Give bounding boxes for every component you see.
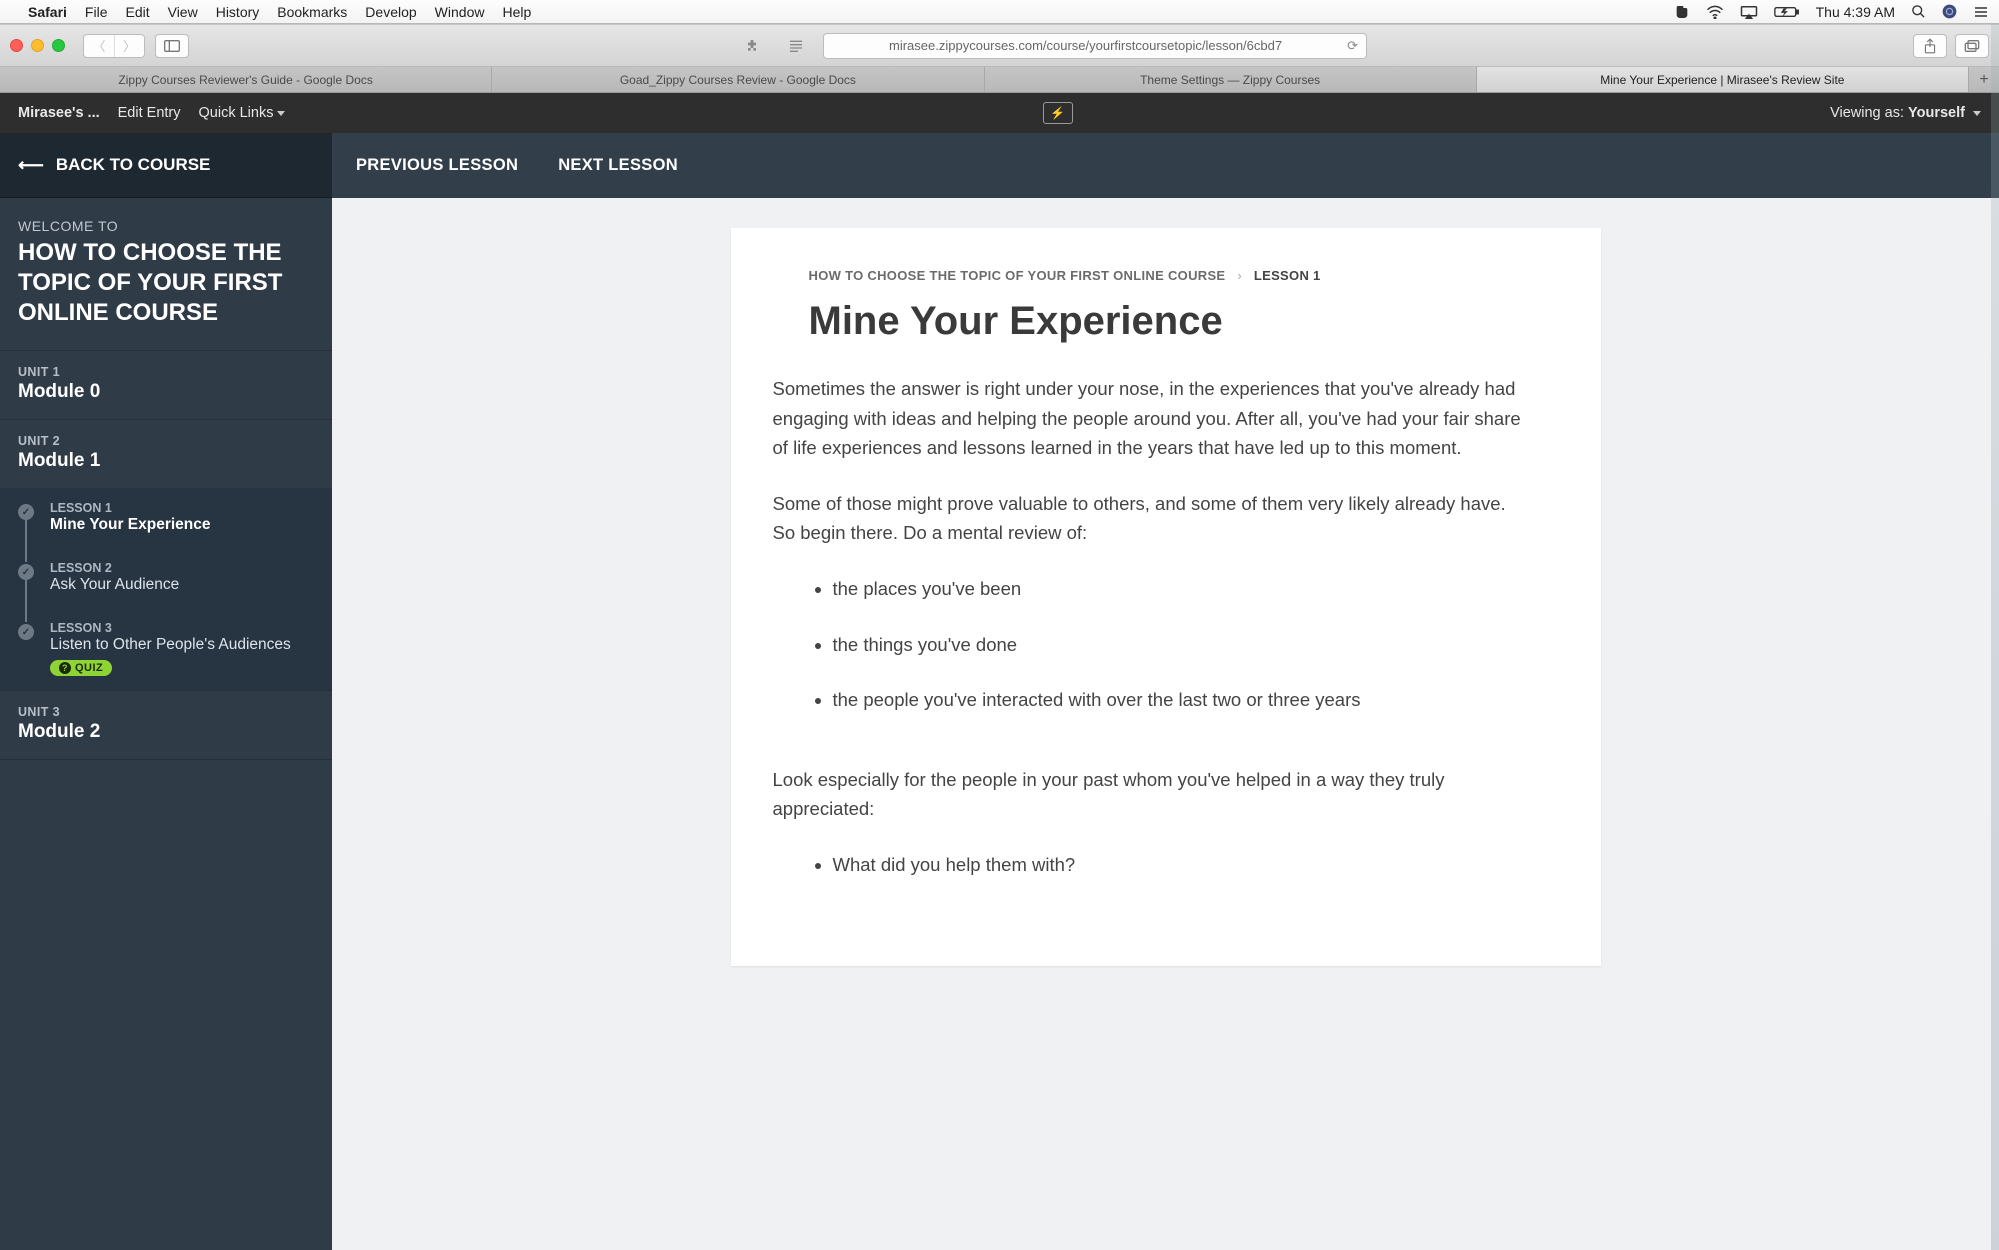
back-button[interactable]: 〈 — [84, 35, 114, 57]
chevron-right-icon: › — [1237, 268, 1242, 283]
bullet-list: What did you help them with? — [809, 850, 1523, 880]
evernote-menubar-icon[interactable] — [1674, 4, 1690, 20]
notification-center-icon[interactable] — [1973, 5, 1989, 19]
safari-toolbar: 〈 〉 mirasee.zippycourses.com/course/your… — [0, 25, 1999, 67]
check-icon: ✓ — [18, 504, 34, 520]
unit-block: UNIT 2 Module 1 ✓ LESSON 1 Mine Your Exp… — [0, 420, 332, 691]
bullet-list: the places you've been the things you've… — [809, 574, 1523, 715]
back-to-course-button[interactable]: ⟵ BACK TO COURSE — [0, 133, 332, 198]
lesson-body: Sometimes the answer is right under your… — [809, 374, 1523, 880]
site-name[interactable]: Mirasee's ... — [18, 105, 100, 121]
unit-header[interactable]: UNIT 3 Module 2 — [0, 691, 332, 759]
menubar-clock[interactable]: Thu 4:39 AM — [1816, 4, 1895, 20]
lesson-scroll[interactable]: HOW TO CHOOSE THE TOPIC OF YOUR FIRST ON… — [332, 198, 1999, 1250]
nav-back-forward: 〈 〉 — [83, 34, 145, 58]
arrow-left-icon: ⟵ — [18, 155, 44, 176]
unit-block: UNIT 1 Module 0 — [0, 351, 332, 420]
sidebar-toggle-button[interactable] — [155, 34, 189, 58]
paragraph: Look especially for the people in your p… — [773, 765, 1523, 824]
lesson-item[interactable]: ✓ LESSON 3 Listen to Other People's Audi… — [0, 608, 332, 690]
welcome-label: WELCOME TO — [18, 218, 314, 234]
breadcrumb-course[interactable]: HOW TO CHOOSE THE TOPIC OF YOUR FIRST ON… — [809, 268, 1226, 283]
lesson-main: PREVIOUS LESSON NEXT LESSON HOW TO CHOOS… — [332, 133, 1999, 1250]
unit-header[interactable]: UNIT 1 Module 0 — [0, 351, 332, 419]
menu-window[interactable]: Window — [435, 4, 485, 20]
prev-lesson-button[interactable]: PREVIOUS LESSON — [356, 156, 518, 175]
course-sidebar: ⟵ BACK TO COURSE WELCOME TO HOW TO CHOOS… — [0, 133, 332, 1250]
mac-menubar: Safari File Edit View History Bookmarks … — [0, 0, 1999, 24]
menu-file[interactable]: File — [85, 4, 108, 20]
breadcrumb-current: LESSON 1 — [1254, 268, 1321, 283]
list-item: What did you help them with? — [833, 850, 1523, 880]
browser-tab[interactable]: Theme Settings — Zippy Courses — [985, 67, 1477, 92]
show-tabs-button[interactable] — [1955, 34, 1989, 58]
window-controls — [10, 39, 65, 52]
menu-help[interactable]: Help — [502, 4, 531, 20]
reload-icon[interactable]: ⟳ — [1347, 38, 1358, 54]
paragraph: Some of those might prove valuable to ot… — [773, 489, 1523, 548]
paragraph: Sometimes the answer is right under your… — [773, 374, 1523, 463]
share-button[interactable] — [1913, 34, 1947, 58]
unit-block: UNIT 3 Module 2 — [0, 691, 332, 760]
list-item: the places you've been — [833, 574, 1523, 604]
edit-entry-link[interactable]: Edit Entry — [118, 105, 181, 121]
menubar-app-name[interactable]: Safari — [28, 4, 67, 20]
lesson-nav: PREVIOUS LESSON NEXT LESSON — [332, 133, 1999, 198]
device-preview-icon[interactable] — [1043, 102, 1073, 124]
zoom-window-button[interactable] — [52, 39, 65, 52]
close-window-button[interactable] — [10, 39, 23, 52]
quiz-badge: QUIZ — [50, 660, 112, 676]
admin-bar: Mirasee's ... Edit Entry Quick Links Vie… — [0, 93, 1999, 133]
menu-history[interactable]: History — [216, 4, 260, 20]
menu-view[interactable]: View — [168, 4, 198, 20]
list-item: the things you've done — [833, 630, 1523, 660]
menu-edit[interactable]: Edit — [125, 4, 149, 20]
browser-tab[interactable]: Goad_Zippy Courses Review - Google Docs — [492, 67, 984, 92]
lesson-item[interactable]: ✓ LESSON 2 Ask Your Audience — [0, 548, 332, 608]
lesson-item-active[interactable]: ✓ LESSON 1 Mine Your Experience — [0, 488, 332, 548]
course-title: HOW TO CHOOSE THE TOPIC OF YOUR FIRST ON… — [18, 238, 314, 328]
next-lesson-button[interactable]: NEXT LESSON — [558, 156, 678, 175]
airplay-icon[interactable] — [1740, 5, 1758, 19]
lesson-card: HOW TO CHOOSE THE TOPIC OF YOUR FIRST ON… — [731, 228, 1601, 966]
address-bar[interactable]: mirasee.zippycourses.com/course/yourfirs… — [823, 33, 1367, 59]
check-icon: ✓ — [18, 564, 34, 580]
minimize-window-button[interactable] — [31, 39, 44, 52]
menu-bookmarks[interactable]: Bookmarks — [277, 4, 347, 20]
battery-icon[interactable] — [1774, 5, 1800, 19]
course-header: WELCOME TO HOW TO CHOOSE THE TOPIC OF YO… — [0, 198, 332, 351]
extension-icon[interactable] — [735, 34, 769, 58]
dock-edge — [1991, 24, 1999, 1250]
spotlight-icon[interactable] — [1911, 4, 1926, 19]
safari-window: 〈 〉 mirasee.zippycourses.com/course/your… — [0, 24, 1999, 1250]
check-icon: ✓ — [18, 624, 34, 640]
browser-tab[interactable]: Zippy Courses Reviewer's Guide - Google … — [0, 67, 492, 92]
chevron-down-icon — [1973, 111, 1981, 116]
siri-icon[interactable] — [1942, 4, 1957, 19]
lesson-list: ✓ LESSON 1 Mine Your Experience ✓ LESSON… — [0, 488, 332, 690]
unit-header[interactable]: UNIT 2 Module 1 — [0, 420, 332, 488]
quick-links-dropdown[interactable]: Quick Links — [199, 105, 286, 121]
reader-icon[interactable] — [779, 34, 813, 58]
lesson-title: Mine Your Experience — [809, 299, 1523, 344]
url-text: mirasee.zippycourses.com/course/yourfirs… — [832, 38, 1339, 53]
list-item: the people you've interacted with over t… — [833, 685, 1523, 715]
wifi-icon[interactable] — [1706, 5, 1724, 19]
viewing-as[interactable]: Viewing as: Yourself — [1830, 105, 1981, 121]
browser-tab-active[interactable]: Mine Your Experience | Mirasee's Review … — [1477, 67, 1969, 92]
menu-develop[interactable]: Develop — [365, 4, 416, 20]
forward-button[interactable]: 〉 — [114, 35, 144, 57]
chevron-down-icon — [277, 111, 285, 116]
safari-tab-bar: Zippy Courses Reviewer's Guide - Google … — [0, 67, 1999, 93]
breadcrumb: HOW TO CHOOSE THE TOPIC OF YOUR FIRST ON… — [809, 268, 1523, 283]
page-content: Mirasee's ... Edit Entry Quick Links Vie… — [0, 93, 1999, 1250]
